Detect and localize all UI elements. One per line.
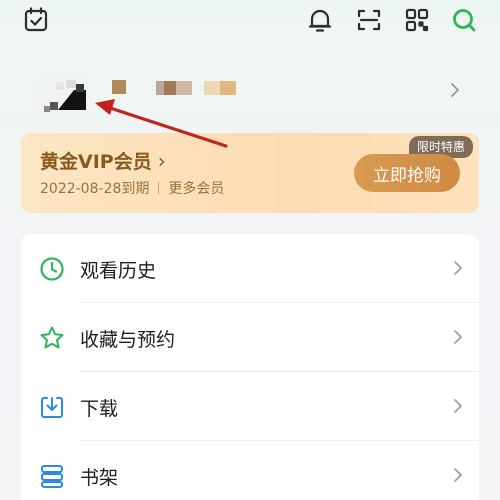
menu-item-label: 收藏与预约 [80, 329, 176, 351]
menu-card: 观看历史 收藏与预约 下载 书架 [21, 234, 479, 500]
bell-icon[interactable] [304, 4, 336, 36]
chevron-right-icon [453, 398, 463, 414]
chevron-right-icon[interactable] [448, 80, 462, 100]
chevron-right-icon: › [157, 148, 166, 173]
divider [158, 182, 160, 194]
menu-item-download[interactable]: 下载 [21, 372, 479, 441]
qr-code-icon[interactable] [401, 4, 433, 36]
search-icon[interactable] [448, 4, 480, 36]
profile-row[interactable] [0, 62, 500, 122]
buy-now-button[interactable]: 立即抢购 [354, 154, 460, 192]
vip-expiry: 2022-08-28到期 [40, 181, 150, 197]
avatar[interactable] [36, 76, 88, 116]
menu-item-label: 书架 [80, 467, 119, 489]
blurred-name [156, 80, 192, 95]
bookshelf-icon [39, 463, 65, 489]
chevron-right-icon [453, 329, 463, 345]
download-icon [39, 394, 65, 420]
blurred-name [204, 80, 236, 95]
vip-card[interactable]: 黄金VIP会员 › 2022-08-28到期 更多会员 限时特惠 立即抢购 [21, 133, 479, 213]
menu-item-label: 观看历史 [80, 260, 157, 282]
menu-item-label: 下载 [80, 398, 119, 420]
menu-item-history[interactable]: 观看历史 [21, 234, 479, 303]
star-icon [39, 325, 65, 351]
vip-title[interactable]: 黄金VIP会员 › [40, 147, 166, 174]
vip-subtitle: 2022-08-28到期 更多会员 [40, 178, 224, 198]
clock-icon [39, 256, 65, 282]
chevron-right-icon [453, 467, 463, 483]
menu-item-favorites[interactable]: 收藏与预约 [21, 303, 479, 372]
calendar-check-icon[interactable] [20, 4, 52, 36]
top-bar [0, 0, 500, 40]
blurred-name [112, 80, 126, 94]
vip-title-label: 黄金VIP会员 [40, 151, 152, 173]
menu-item-bookshelf[interactable]: 书架 [21, 441, 479, 500]
scan-icon[interactable] [353, 4, 385, 36]
more-members-link[interactable]: 更多会员 [168, 178, 224, 198]
chevron-right-icon [453, 260, 463, 276]
